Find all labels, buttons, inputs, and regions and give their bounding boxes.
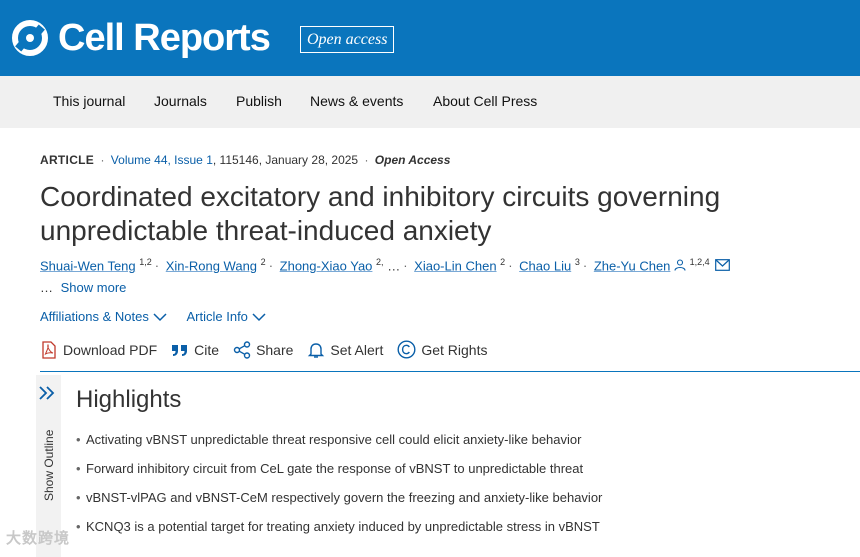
download-label: Download PDF xyxy=(63,341,158,358)
main-nav: This journal Journals Publish News & eve… xyxy=(0,76,860,128)
rights-label: Get Rights xyxy=(421,341,488,358)
person-icon xyxy=(674,259,686,271)
email-icon[interactable] xyxy=(715,259,731,272)
highlight-item: • Activating vBNST unpredictable threat r… xyxy=(76,432,582,447)
highlight-text: Activating vBNST unpredictable threat re… xyxy=(86,432,582,447)
logo-text: Cell Reports xyxy=(58,17,271,59)
highlight-text: KCNQ3 is a potential target for treating… xyxy=(86,519,600,534)
author-link[interactable]: Zhong-Xiao Yao xyxy=(280,258,373,273)
get-rights-button[interactable]: Get Rights xyxy=(397,340,487,359)
show-outline-label: Show Outline xyxy=(42,429,56,501)
chevron-down-icon xyxy=(153,312,167,321)
volume-issue-link[interactable]: Volume 44, Issue 1 xyxy=(111,153,213,167)
cite-button[interactable]: Cite xyxy=(171,342,219,358)
download-pdf-button[interactable]: Download PDF xyxy=(40,340,158,359)
highlights-list: • Activating vBNST unpredictable threat r… xyxy=(76,430,602,546)
quote-icon xyxy=(172,344,188,356)
copyright-icon xyxy=(397,340,416,359)
share-label: Share xyxy=(256,341,294,358)
author-affil: 1,2,4 xyxy=(689,257,710,267)
highlights-heading: Highlights xyxy=(76,386,182,413)
double-chevron-right-icon xyxy=(39,386,55,400)
author-list: Shuai-Wen Teng 1,2 · Xin-Rong Wang 2 · Zho… xyxy=(40,257,820,273)
article-info-label: Article Info xyxy=(186,309,248,324)
author-link[interactable]: Zhe-Yu Chen xyxy=(594,258,671,273)
share-icon xyxy=(233,340,251,359)
affiliations-label: Affiliations & Notes xyxy=(40,309,149,324)
show-more-row: … Show more xyxy=(40,280,126,295)
chevron-down-icon xyxy=(252,312,266,321)
highlight-item: • vBNST-vlPAG and vBNST-CeM respectively … xyxy=(76,490,603,505)
more-ellipsis: … xyxy=(40,280,53,295)
author-affil: 2, xyxy=(376,257,384,267)
highlight-text: vBNST-vlPAG and vBNST-CeM respectively g… xyxy=(86,490,603,505)
highlight-item: • KCNQ3 is a potential target for treatin… xyxy=(76,519,600,534)
article-toolbar: Download PDF Cite Share Set Alert Get Ri… xyxy=(40,340,501,359)
watermark: 大数跨境 xyxy=(6,530,71,547)
author-link[interactable]: Xin-Rong Wang xyxy=(166,258,257,273)
author-link[interactable]: Shuai-Wen Teng xyxy=(40,258,136,273)
set-alert-button[interactable]: Set Alert xyxy=(307,341,383,359)
author-link[interactable]: Chao Liu xyxy=(519,258,571,273)
nav-this-journal[interactable]: This journal xyxy=(53,93,125,109)
open-access-badge: Open access xyxy=(300,26,395,53)
article-number-date: , 115146, January 28, 2025 xyxy=(212,153,359,167)
access-label: Open Access xyxy=(374,153,451,167)
article-info-toggle[interactable]: Article Info xyxy=(187,309,266,324)
article-title: Coordinated excitatory and inhibitory ci… xyxy=(40,181,721,246)
author-affil: 1,2 xyxy=(139,257,152,267)
article-type: ARTICLE xyxy=(40,153,95,167)
alert-label: Set Alert xyxy=(330,341,384,358)
share-button[interactable]: Share xyxy=(233,340,294,359)
nav-journals[interactable]: Journals xyxy=(154,93,207,109)
nav-about-cell-press[interactable]: About Cell Press xyxy=(433,93,537,109)
pdf-icon xyxy=(42,340,56,359)
nav-publish[interactable]: Publish xyxy=(236,93,282,109)
author-affil: 2 xyxy=(500,257,506,267)
highlight-text: Forward inhibitory circuit from CeL gate… xyxy=(86,461,584,476)
author-affil: 2 xyxy=(260,257,266,267)
journal-logo[interactable]: Cell Reports xyxy=(12,17,271,59)
nav-news-events[interactable]: News & events xyxy=(310,93,403,109)
cell-logo-icon xyxy=(12,20,48,56)
highlight-item: • Forward inhibitory circuit from CeL gat… xyxy=(76,461,584,476)
authors-ellipsis: … xyxy=(387,258,401,274)
article-info-links: Affiliations & Notes Article Info xyxy=(40,309,282,324)
bell-icon xyxy=(308,342,325,358)
author-affil: 3 xyxy=(574,257,580,267)
author-link[interactable]: Xiao-Lin Chen xyxy=(414,258,496,273)
section-divider xyxy=(40,371,860,372)
brand-header: Cell Reports Open access xyxy=(0,0,860,76)
affiliations-notes-toggle[interactable]: Affiliations & Notes xyxy=(40,309,167,324)
show-more-button[interactable]: Show more xyxy=(61,280,127,295)
cite-label: Cite xyxy=(194,341,220,358)
article-meta: ARTICLE · Volume 44, Issue 1, 115146, Ja… xyxy=(40,153,451,167)
